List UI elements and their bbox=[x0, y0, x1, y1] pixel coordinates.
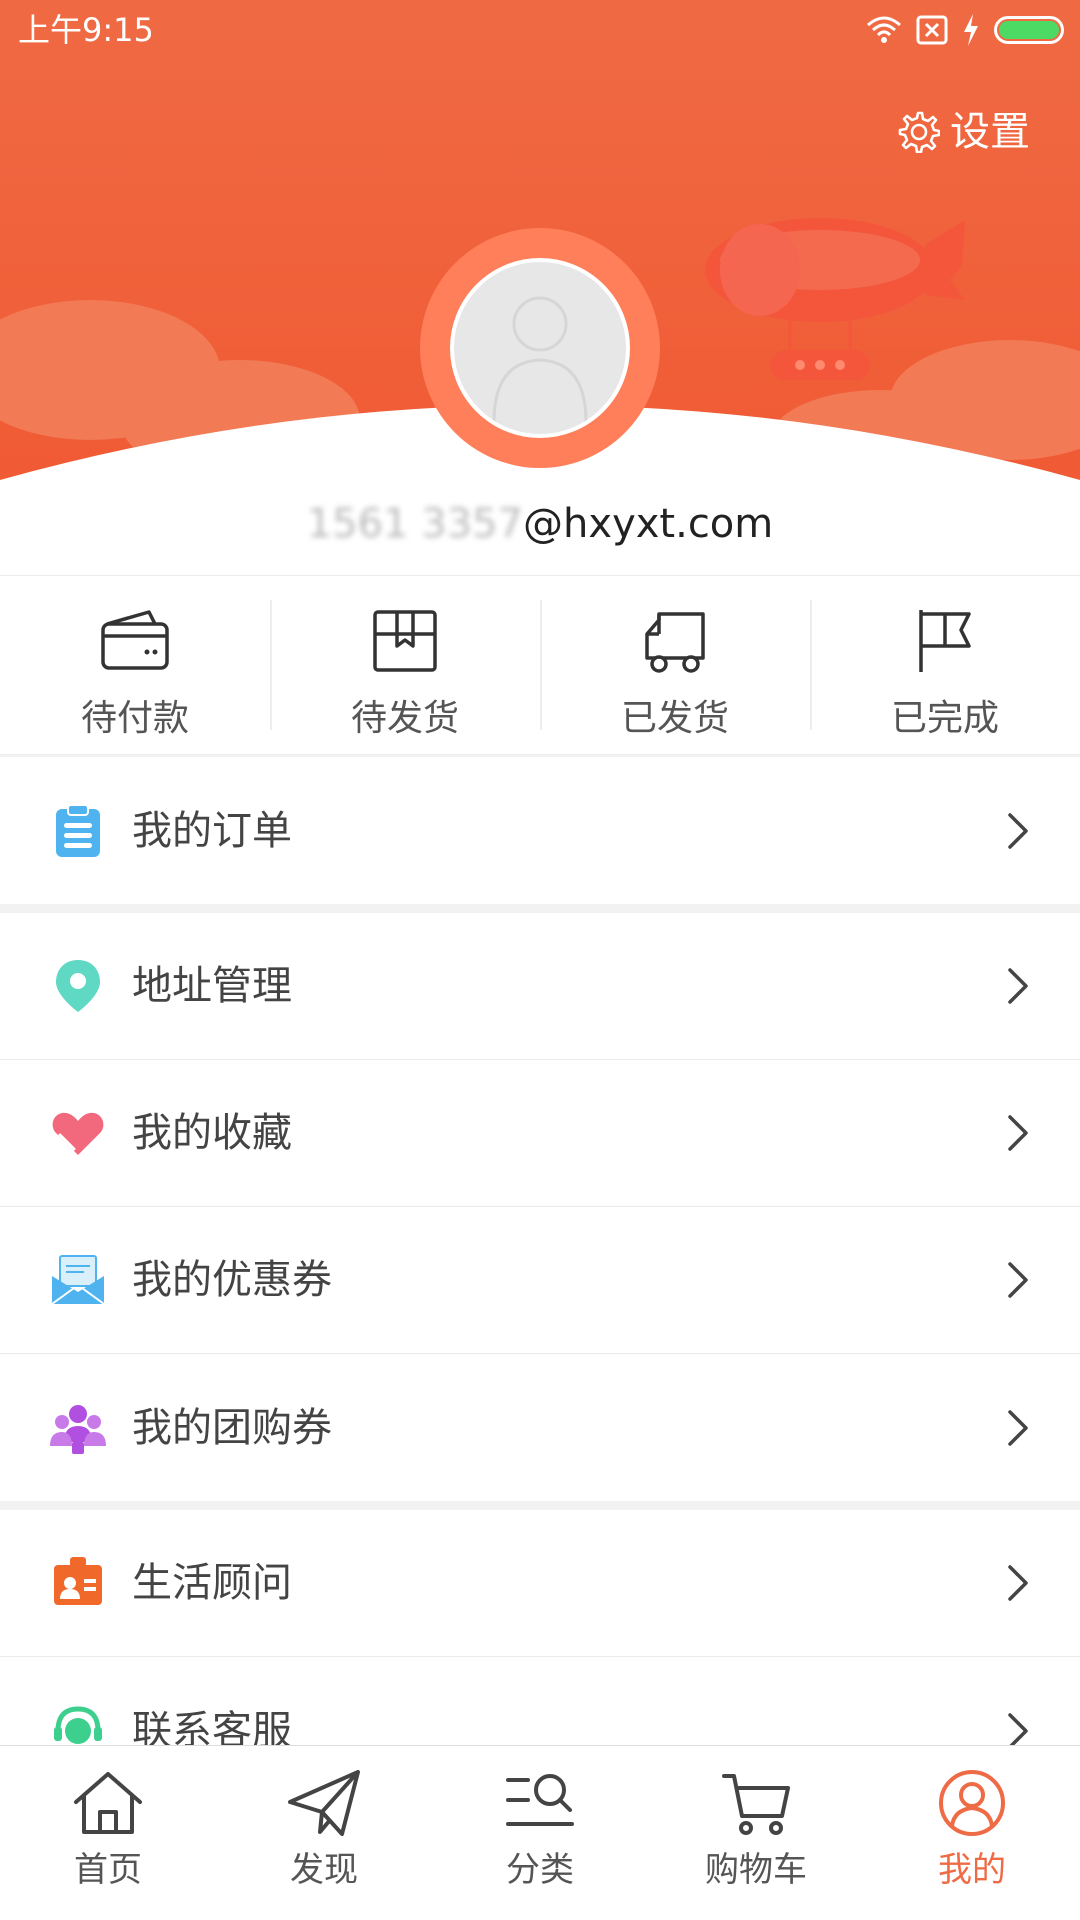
flag-icon bbox=[919, 610, 971, 672]
menu-item-label: 生活顾问 bbox=[132, 1560, 292, 1606]
chevron-right-icon bbox=[1008, 812, 1028, 849]
no-sim-icon bbox=[916, 15, 948, 45]
tab-home[interactable]: 首页 bbox=[0, 1746, 216, 1920]
order-status-row: 待付款 待发货 已发货 已完成 bbox=[0, 575, 1080, 755]
id-badge-icon bbox=[54, 1557, 102, 1605]
cart-icon bbox=[722, 1774, 790, 1835]
chevron-right-icon bbox=[1008, 1115, 1028, 1151]
avatar-placeholder bbox=[450, 258, 630, 438]
menu-item-label: 地址管理 bbox=[132, 963, 292, 1009]
settings-button[interactable]: 设置 bbox=[898, 106, 1030, 158]
menu-item-group-coupons[interactable]: 我的团购券 bbox=[0, 1354, 1080, 1501]
menu-group-account: 地址管理 我的收藏 我的优惠券 我的团购券 bbox=[0, 913, 1080, 1501]
order-status-label: 待付款 bbox=[80, 698, 189, 739]
menu-item-label: 我的订单 bbox=[132, 807, 292, 854]
user-email: 1561 3357@hxyxt.com bbox=[0, 496, 1080, 552]
menu-item-coupons[interactable]: 我的优惠券 bbox=[0, 1207, 1080, 1354]
wifi-icon bbox=[867, 16, 901, 43]
category-search-icon bbox=[506, 1774, 574, 1826]
order-status-completed[interactable]: 已完成 bbox=[810, 576, 1080, 754]
truck-icon bbox=[645, 612, 705, 673]
tab-profile[interactable]: 我的 bbox=[864, 1746, 1080, 1920]
location-pin-icon bbox=[56, 960, 100, 1012]
order-status-pending-shipment[interactable]: 待发货 bbox=[270, 576, 540, 754]
order-status-label: 已发货 bbox=[620, 698, 729, 739]
settings-label: 设置 bbox=[950, 109, 1030, 155]
tab-label: 发现 bbox=[290, 1850, 358, 1890]
user-silhouette-icon bbox=[492, 296, 588, 423]
charging-icon bbox=[964, 14, 978, 46]
chevron-right-icon bbox=[1008, 1565, 1028, 1601]
envelope-icon bbox=[51, 1255, 105, 1305]
chevron-right-icon bbox=[1008, 1409, 1028, 1446]
tab-label: 购物车 bbox=[705, 1850, 807, 1890]
email-masked: 1561 3357 bbox=[306, 501, 524, 547]
group-icon bbox=[50, 1404, 106, 1454]
package-icon bbox=[373, 610, 437, 672]
menu-item-label: 我的收藏 bbox=[132, 1110, 292, 1156]
tab-cart[interactable]: 购物车 bbox=[648, 1746, 864, 1920]
status-icons bbox=[866, 12, 1064, 48]
menu-item-advisor[interactable]: 生活顾问 bbox=[0, 1510, 1080, 1657]
menu-item-favorites[interactable]: 我的收藏 bbox=[0, 1060, 1080, 1207]
profile-header: 上午9:15 设置 1561 3357@hxyxt.com bbox=[0, 0, 1080, 575]
chevron-right-icon bbox=[1008, 1262, 1028, 1298]
airship-illustration bbox=[705, 218, 965, 380]
paper-plane-icon bbox=[288, 1770, 360, 1836]
user-icon bbox=[939, 1770, 1005, 1836]
order-status-pending-payment[interactable]: 待付款 bbox=[0, 576, 270, 754]
wallet-icon bbox=[101, 610, 169, 670]
order-status-label: 待发货 bbox=[350, 698, 459, 739]
clipboard-icon bbox=[56, 803, 100, 857]
status-time: 上午9:15 bbox=[18, 11, 154, 49]
menu-item-my-orders[interactable]: 我的订单 bbox=[0, 757, 1080, 904]
menu-group-orders: 我的订单 bbox=[0, 757, 1080, 904]
bottom-tab-bar: 首页 发现 分类 购物车 我的 bbox=[0, 1745, 1080, 1920]
menu-item-label: 我的团购券 bbox=[132, 1404, 332, 1451]
tab-label: 首页 bbox=[74, 1850, 142, 1890]
heart-icon bbox=[52, 1112, 104, 1155]
tab-category[interactable]: 分类 bbox=[432, 1746, 648, 1920]
chevron-right-icon bbox=[1008, 968, 1028, 1004]
order-status-shipped[interactable]: 已发货 bbox=[540, 576, 810, 754]
tab-label: 我的 bbox=[938, 1850, 1006, 1890]
gear-icon bbox=[898, 111, 940, 153]
status-bar: 上午9:15 bbox=[0, 0, 1080, 60]
avatar[interactable] bbox=[420, 228, 660, 468]
tab-label: 分类 bbox=[506, 1850, 574, 1890]
tab-discover[interactable]: 发现 bbox=[216, 1746, 432, 1920]
battery-icon bbox=[994, 16, 1064, 44]
menu-item-address[interactable]: 地址管理 bbox=[0, 913, 1080, 1060]
home-icon bbox=[74, 1772, 142, 1834]
menu-item-label: 我的优惠券 bbox=[132, 1257, 332, 1303]
email-domain: @hxyxt.com bbox=[523, 501, 774, 547]
order-status-label: 已完成 bbox=[890, 698, 999, 739]
